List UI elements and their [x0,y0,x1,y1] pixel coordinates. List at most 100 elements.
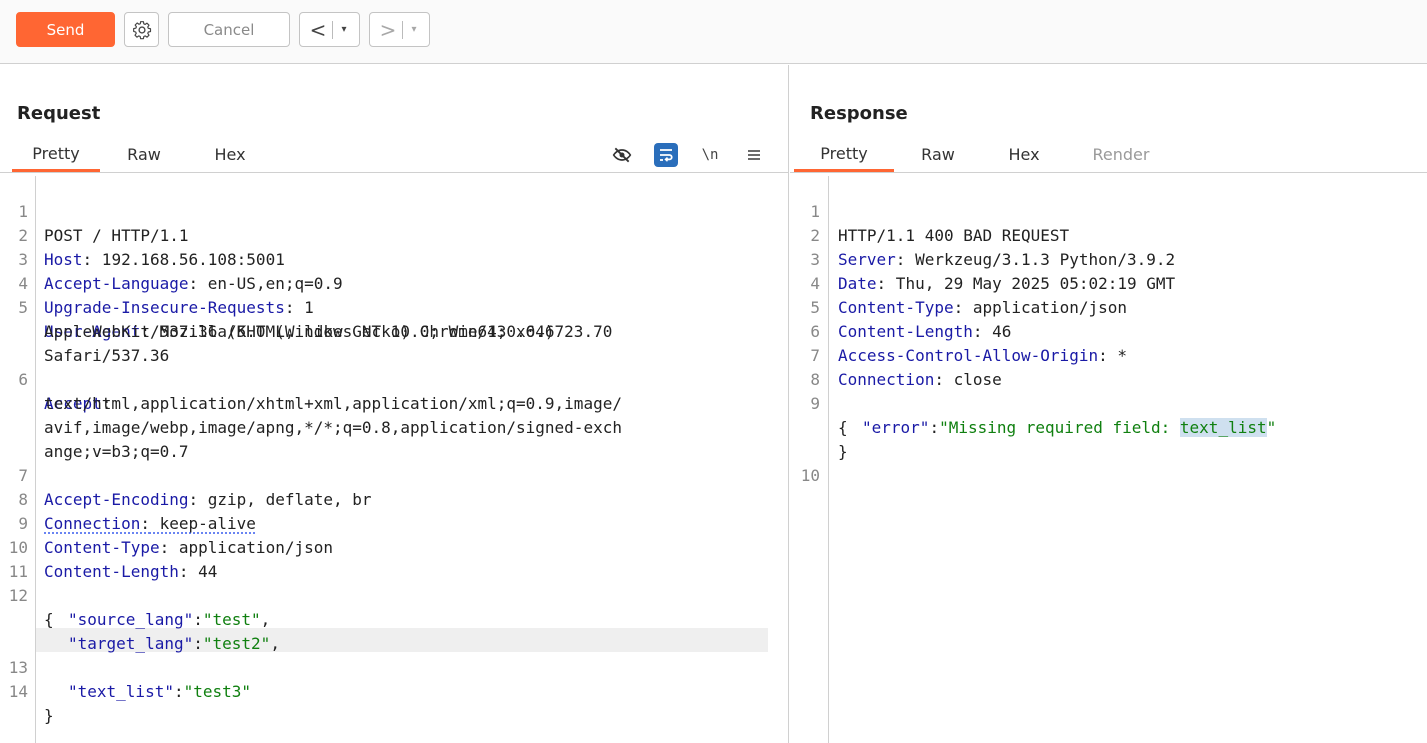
code-line: 3 Date: Thu, 29 May 2025 05:02:19 GMT [790,224,848,248]
code-line: 13 "text_list":"test3" [0,632,58,656]
tab-pretty[interactable]: Pretty [794,137,894,172]
json-string: "test" [203,610,261,629]
code-line: 10 Content-Length: 44 [0,512,58,536]
json-string: "test2" [203,634,270,653]
json-sep: : [929,418,939,437]
code-line-wrap: text/html,application/xhtml+xml,applicat… [0,368,58,392]
code-line: 7 Connection: close [790,320,848,344]
chevron-right-icon[interactable]: > [374,20,402,40]
json-key: "text_list" [68,682,174,701]
code-line-wrap: "target_lang":"test2", [0,608,58,632]
request-tabs: Pretty Raw Hex \n [0,137,788,173]
chevron-down-icon[interactable]: ▾ [403,24,425,35]
settings-button[interactable] [124,12,159,47]
json-string: "test3" [184,682,251,701]
header-value: 46 [983,322,1012,341]
header-key: Connection [838,370,934,389]
back-button[interactable]: < ▾ [299,12,360,47]
response-pane: Response Pretty Raw Hex Render 1 HTTP/1.… [790,65,1427,743]
json-string-end: " [1267,418,1277,437]
code-line: 11 [0,536,58,560]
json-comma: , [270,634,280,653]
request-line: POST / HTTP/1.1 [44,224,189,248]
send-button[interactable]: Send [16,12,115,47]
header-value: keep-alive [150,514,256,533]
tab-render[interactable]: Render [1078,137,1164,172]
code-line: 10 [790,440,848,464]
header-value: close [944,370,1002,389]
json-brace: } [44,704,54,728]
tab-raw[interactable]: Raw [906,137,970,172]
line-number: 14 [0,680,28,704]
request-title: Request [17,103,100,124]
code-line-wrap: "source_lang":"test", [0,584,58,608]
header-value: text/html,application/xhtml+xml,applicat… [44,392,622,416]
code-line-wrap: } [790,416,848,440]
code-line: 4 Content-Type: application/json [790,248,848,272]
code-line: 7 Accept-Encoding: gzip, deflate, br [0,440,58,464]
hide-eye-icon[interactable] [610,143,634,167]
code-line: 5 User-Agent: Mozilla/5.0 (Windows NT 10… [0,272,58,296]
tab-hex[interactable]: Hex [992,137,1056,172]
header-value: * [1108,346,1127,365]
header-value: Safari/537.36 [44,344,169,368]
header-key: Content-Type [44,538,160,557]
request-editor[interactable]: 1 POST / HTTP/1.1 2 Host: 192.168.56.108… [0,176,788,743]
json-sep: : [193,634,203,653]
header-key: Upgrade-Insecure-Requests [44,298,285,317]
header-value: application/json [963,298,1127,317]
code-line-wrap: AppleWebKit/537.36 (KHTML, like Gecko) C… [0,296,58,320]
wrap-text-icon[interactable] [654,143,678,167]
newline-icon[interactable]: \n [698,143,722,167]
response-tabs: Pretty Raw Hex Render [790,137,1427,173]
code-line: 1 HTTP/1.1 400 BAD REQUEST [790,176,848,200]
header-key: Content-Length [44,562,179,581]
code-line: 6 Access-Control-Allow-Origin: * [790,296,848,320]
code-line: 8 [790,344,848,368]
status-line: HTTP/1.1 400 BAD REQUEST [838,224,1069,248]
header-value: AppleWebKit/537.36 (KHTML, like Gecko) C… [44,320,612,344]
header-value: Werkzeug/3.1.3 Python/3.9.2 [905,250,1175,269]
toolbar: Send Cancel < ▾ > ▾ [0,0,1427,64]
header-value: application/json [169,538,333,557]
header-key: Accept-Encoding [44,490,189,509]
code-line: 3 Accept-Language: en-US,en;q=0.9 [0,224,58,248]
json-key: "error" [862,418,929,437]
header-value: ange;v=b3;q=0.7 [44,440,189,464]
selected-text[interactable]: text_list [1180,418,1267,437]
code-line-wrap: ange;v=b3;q=0.7 [0,416,58,440]
header-value: Thu, 29 May 2025 05:02:19 GMT [886,274,1175,293]
header-value: 1 [294,298,313,317]
code-line: 2 Server: Werkzeug/3.1.3 Python/3.9.2 [790,200,848,224]
code-line: 9 Content-Type: application/json [0,488,58,512]
code-line: 8 Connection: keep-alive [0,464,58,488]
cancel-button[interactable]: Cancel [168,12,290,47]
forward-button[interactable]: > ▾ [369,12,430,47]
header-key: Connection [44,514,140,533]
code-line: 6 Accept: [0,344,58,368]
header-value: gzip, deflate, br [198,490,371,509]
tab-hex[interactable]: Hex [198,137,262,172]
code-line: 2 Host: 192.168.56.108:5001 [0,200,58,224]
code-line-wrap: "error":"Missing required field: text_li… [790,392,848,416]
line-number: 10 [790,464,820,488]
header-key: Access-Control-Allow-Origin [838,346,1098,365]
code-line: 5 Content-Length: 46 [790,272,848,296]
code-line: 1 POST / HTTP/1.1 [0,176,58,200]
header-key: Accept-Language [44,274,189,293]
code-line: 9 { [790,368,848,392]
chevron-left-icon[interactable]: < [304,20,332,40]
json-key: "source_lang" [68,610,193,629]
tab-raw[interactable]: Raw [112,137,176,172]
code-line: 14 } [0,656,58,680]
code-line: 4 Upgrade-Insecure-Requests: 1 [0,248,58,272]
json-sep: : [193,610,203,629]
menu-icon[interactable] [742,143,766,167]
json-comma: , [261,610,271,629]
response-editor[interactable]: 1 HTTP/1.1 400 BAD REQUEST 2 Server: Wer… [790,176,1427,743]
tab-pretty[interactable]: Pretty [12,137,100,172]
json-string: "Missing required field: [939,418,1180,437]
header-value: 192.168.56.108:5001 [92,250,285,269]
chevron-down-icon[interactable]: ▾ [333,24,355,35]
response-title: Response [810,103,908,124]
